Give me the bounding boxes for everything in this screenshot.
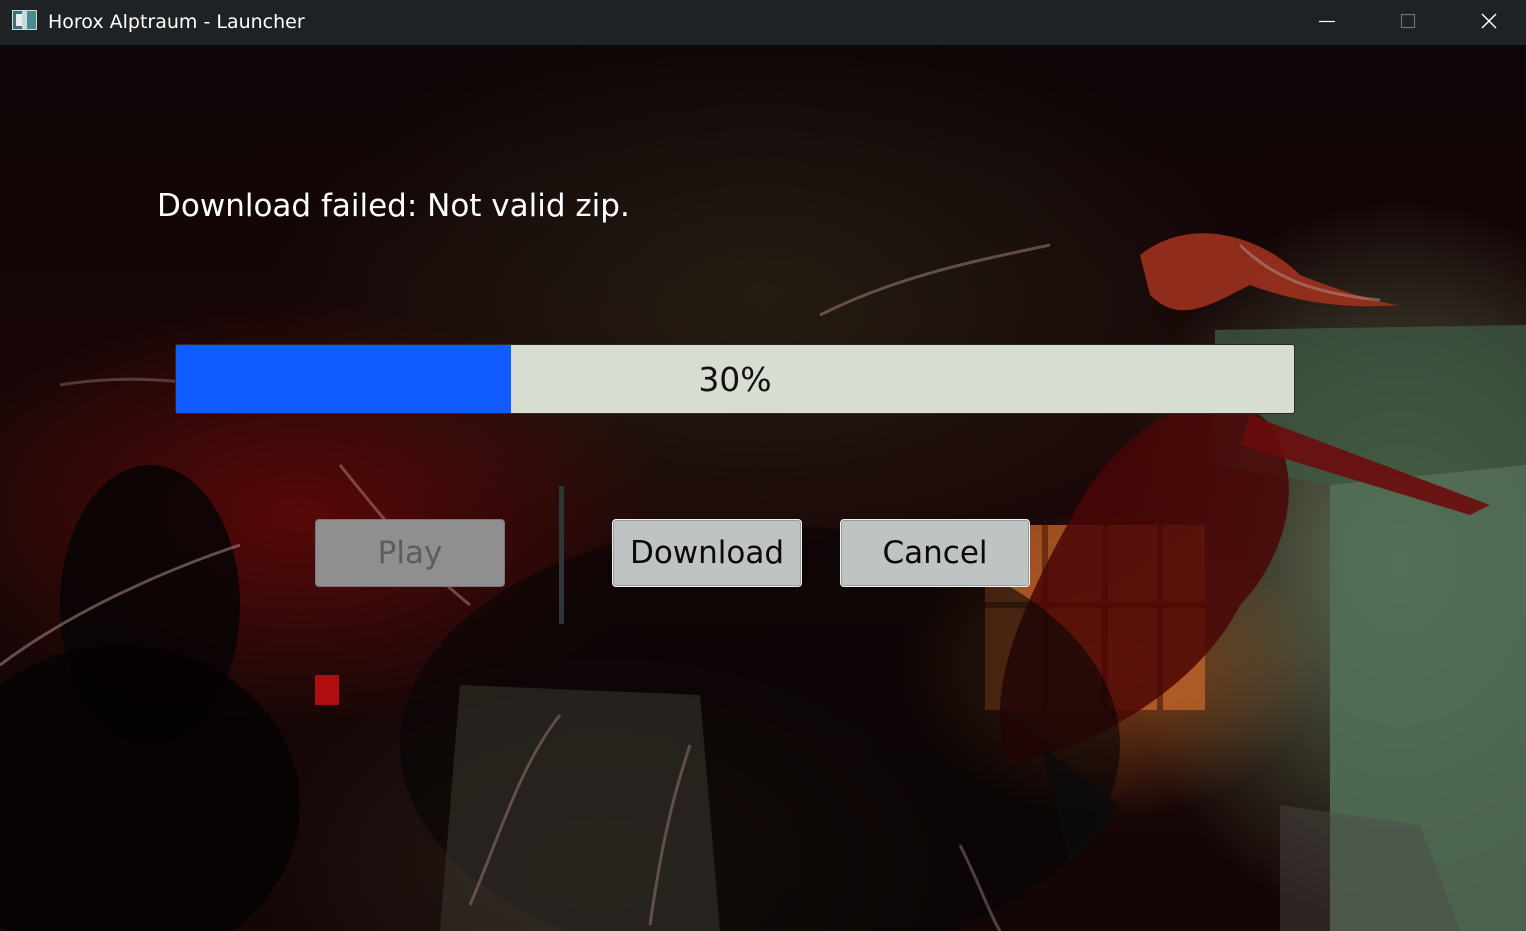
title-bar[interactable]: Horox Alptraum - Launcher [0, 0, 1526, 45]
maximize-icon [1400, 13, 1416, 29]
download-progress-bar: 30% [175, 344, 1295, 414]
play-button[interactable]: Play [315, 519, 505, 587]
cancel-button[interactable]: Cancel [840, 519, 1030, 587]
background-artwork [0, 45, 1526, 931]
button-separator [559, 486, 564, 624]
close-button[interactable] [1448, 0, 1526, 45]
minimize-icon [1319, 20, 1335, 23]
app-icon [12, 10, 37, 30]
download-button[interactable]: Download [612, 519, 802, 587]
progress-label: 30% [698, 360, 772, 399]
maximize-button[interactable] [1367, 0, 1447, 45]
status-message: Download failed: Not valid zip. [157, 188, 630, 224]
window-title: Horox Alptraum - Launcher [48, 11, 305, 33]
minimize-button[interactable] [1287, 0, 1367, 45]
launcher-window: Horox Alptraum - Launcher Download faile… [0, 0, 1526, 931]
close-icon [1481, 13, 1497, 29]
background-art-shapes [0, 233, 1526, 931]
